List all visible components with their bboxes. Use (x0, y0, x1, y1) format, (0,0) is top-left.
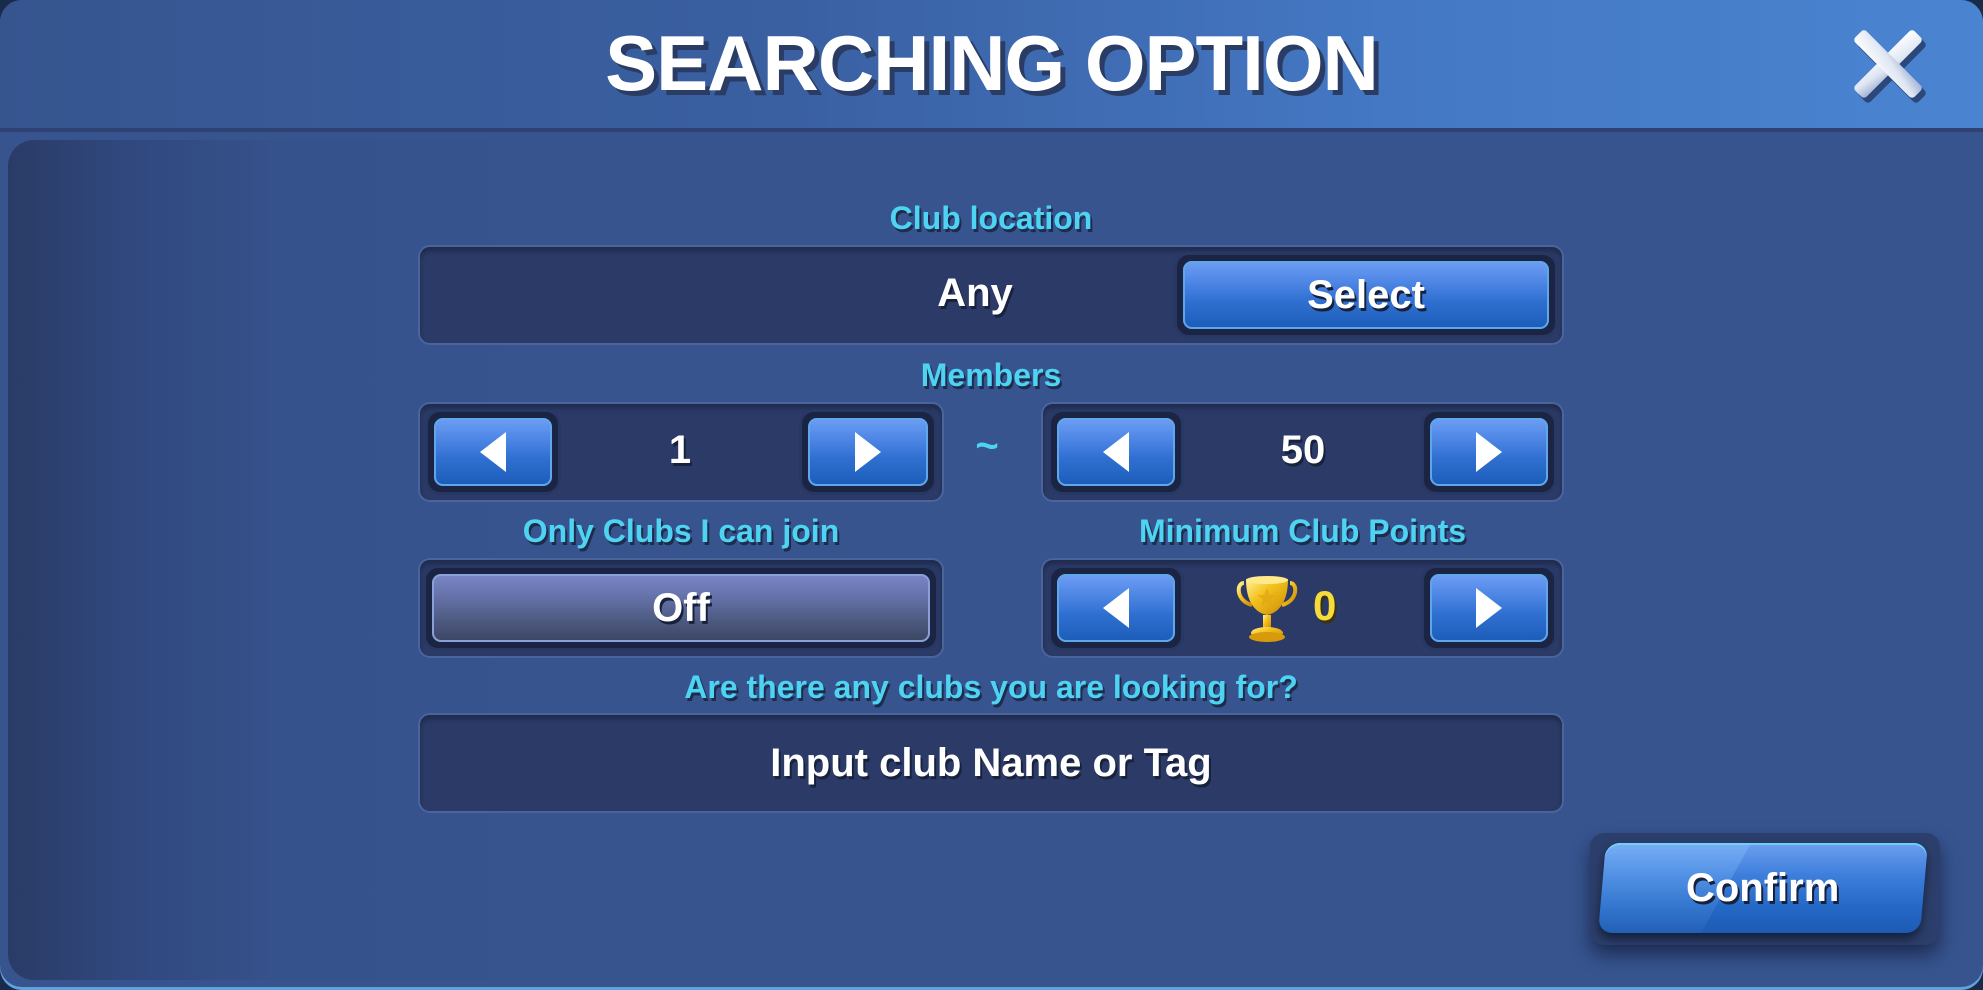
members-max-decrease-button[interactable] (1057, 418, 1175, 486)
min-points-value: 0 (1313, 582, 1337, 629)
members-min-decrease-frame (428, 412, 558, 492)
range-separator: ~ (975, 424, 999, 468)
club-search-placeholder: Input club Name or Tag (770, 740, 1212, 785)
members-min-increase-frame (802, 412, 934, 492)
min-points-stepper: 0 (1043, 560, 1562, 656)
only-joinable-frame: Off (426, 568, 936, 648)
only-joinable-value: Off (652, 585, 710, 630)
select-label: Select (1307, 272, 1425, 317)
triangle-right-icon (855, 432, 881, 472)
only-joinable-toggle[interactable]: Off (432, 574, 930, 642)
members-max-increase-frame (1424, 412, 1554, 492)
min-points-increase-frame (1424, 568, 1554, 648)
triangle-left-icon (1103, 432, 1129, 472)
only-joinable-field: Off (420, 560, 942, 656)
triangle-right-icon (1476, 432, 1502, 472)
confirm-frame: Confirm (1590, 833, 1940, 945)
only-joinable-label: Only Clubs I can join (522, 513, 840, 549)
members-min-value: 1 (668, 428, 692, 472)
club-location-value: Any (937, 271, 1013, 315)
select-location-frame: Select (1177, 255, 1555, 335)
select-location-button[interactable]: Select (1183, 261, 1549, 329)
members-min-stepper: 1 (420, 404, 942, 500)
triangle-left-icon (480, 432, 506, 472)
members-label: Members (920, 357, 1062, 393)
dialog-title: SEARCHING OPTION (605, 19, 1379, 107)
min-points-decrease-button[interactable] (1057, 574, 1175, 642)
club-location-field: Any Select (420, 247, 1562, 343)
dialog-header: SEARCHING OPTION (0, 0, 1983, 132)
searching-option-dialog: SEARCHING OPTION Club location Any Selec… (0, 0, 1983, 990)
close-button[interactable] (1843, 20, 1933, 110)
triangle-left-icon (1103, 588, 1129, 628)
min-points-decrease-frame (1051, 568, 1181, 648)
min-points-label: Minimum Club Points (1138, 513, 1467, 549)
members-min-increase-button[interactable] (808, 418, 928, 486)
trophy-icon (1236, 576, 1298, 642)
confirm-button[interactable]: Confirm (1598, 843, 1928, 933)
confirm-label: Confirm (1686, 865, 1840, 910)
triangle-right-icon (1476, 588, 1502, 628)
members-min-decrease-button[interactable] (434, 418, 552, 486)
members-max-stepper: 50 (1043, 404, 1562, 500)
min-points-increase-button[interactable] (1430, 574, 1548, 642)
search-label: Are there any clubs you are looking for? (684, 669, 1298, 705)
club-search-input[interactable]: Input club Name or Tag (420, 715, 1562, 811)
members-max-decrease-frame (1051, 412, 1181, 492)
close-icon (1854, 30, 1926, 103)
club-location-label: Club location (889, 200, 1093, 236)
members-max-increase-button[interactable] (1430, 418, 1548, 486)
members-max-value: 50 (1280, 428, 1326, 472)
